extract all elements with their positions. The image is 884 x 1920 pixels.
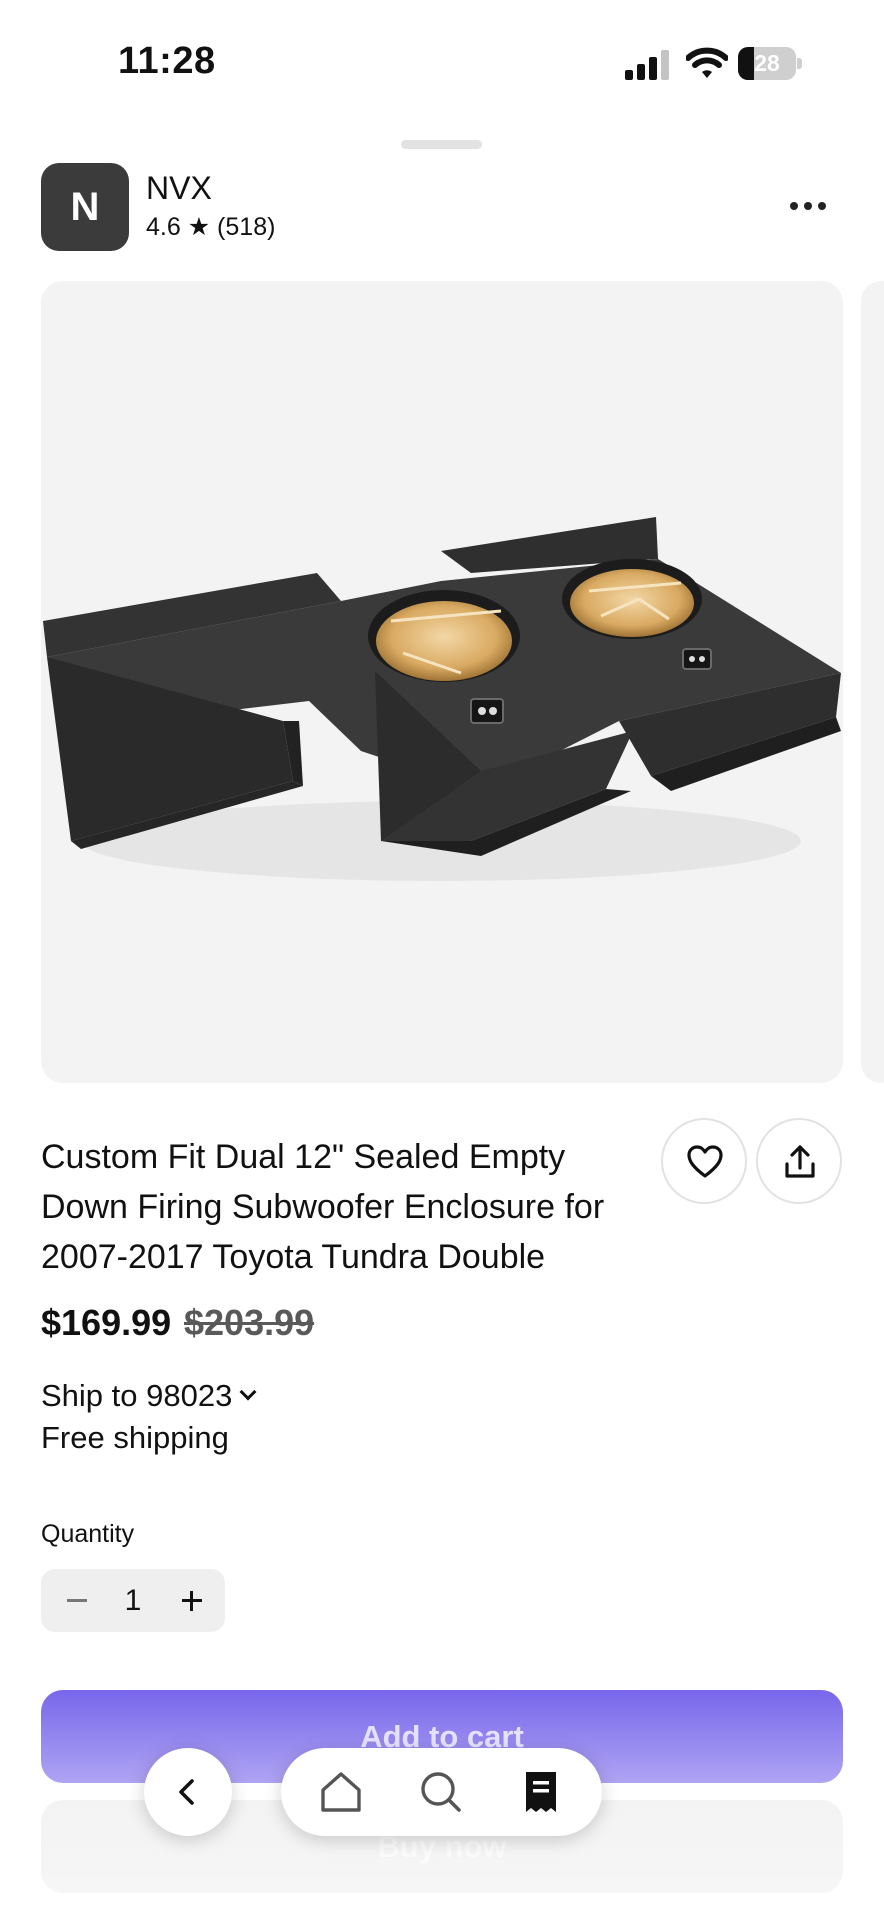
receipt-icon xyxy=(526,1772,556,1812)
search-icon xyxy=(421,1772,461,1812)
sale-price: $169.99 xyxy=(41,1302,172,1343)
quantity-decrease-button[interactable] xyxy=(59,1569,95,1632)
cellular-signal-icon xyxy=(625,50,669,80)
product-page: 11:28 28 N NVX 4.6 ★ (518) Custom Fit Du… xyxy=(0,0,884,1920)
shop-rating: 4.6 ★ (518) xyxy=(146,213,276,241)
shop-name[interactable]: NVX xyxy=(146,170,212,207)
bottom-tab-bar xyxy=(281,1748,602,1836)
favorite-button[interactable] xyxy=(661,1118,747,1204)
back-button[interactable] xyxy=(144,1748,232,1836)
share-button[interactable] xyxy=(756,1118,842,1204)
original-price: $203.99 xyxy=(184,1302,315,1343)
product-title: Custom Fit Dual 12" Sealed Empty Down Fi… xyxy=(41,1138,605,1276)
subwoofer-enclosure-image xyxy=(43,517,841,881)
tab-home[interactable] xyxy=(315,1766,367,1818)
wifi-icon xyxy=(686,47,728,78)
status-bar: 11:28 28 xyxy=(0,0,884,120)
tab-search[interactable] xyxy=(415,1766,467,1818)
chevron-down-icon xyxy=(239,1383,257,1401)
tab-purchases[interactable] xyxy=(515,1766,567,1818)
quantity-label: Quantity xyxy=(41,1520,135,1548)
status-time: 11:28 xyxy=(118,40,216,82)
battery-tip xyxy=(797,58,802,69)
more-horizontal-icon xyxy=(818,202,826,210)
sheet-drag-handle[interactable] xyxy=(401,140,482,149)
more-horizontal-icon xyxy=(790,202,798,210)
product-image[interactable] xyxy=(41,281,843,1083)
battery-body: 28 xyxy=(738,47,796,80)
quantity-stepper: 1 xyxy=(41,1569,225,1632)
shop-avatar[interactable]: N xyxy=(41,163,129,251)
home-icon xyxy=(321,1772,361,1812)
more-options-button[interactable] xyxy=(780,190,836,222)
quantity-increase-button[interactable] xyxy=(174,1569,210,1632)
chevron-left-icon xyxy=(179,1779,194,1805)
next-image-peek[interactable] xyxy=(861,281,884,1083)
more-horizontal-icon xyxy=(804,202,812,210)
free-shipping-note: Free shipping xyxy=(41,1420,229,1455)
ship-to-label: Ship to 98023 xyxy=(41,1378,233,1413)
share-icon xyxy=(785,1145,815,1178)
ship-to-selector[interactable]: Ship to 98023 xyxy=(41,1378,257,1414)
quantity-value: 1 xyxy=(124,1584,142,1617)
battery-icon: 28 xyxy=(738,47,802,80)
heart-icon xyxy=(687,1145,723,1178)
battery-percent: 28 xyxy=(754,50,780,76)
